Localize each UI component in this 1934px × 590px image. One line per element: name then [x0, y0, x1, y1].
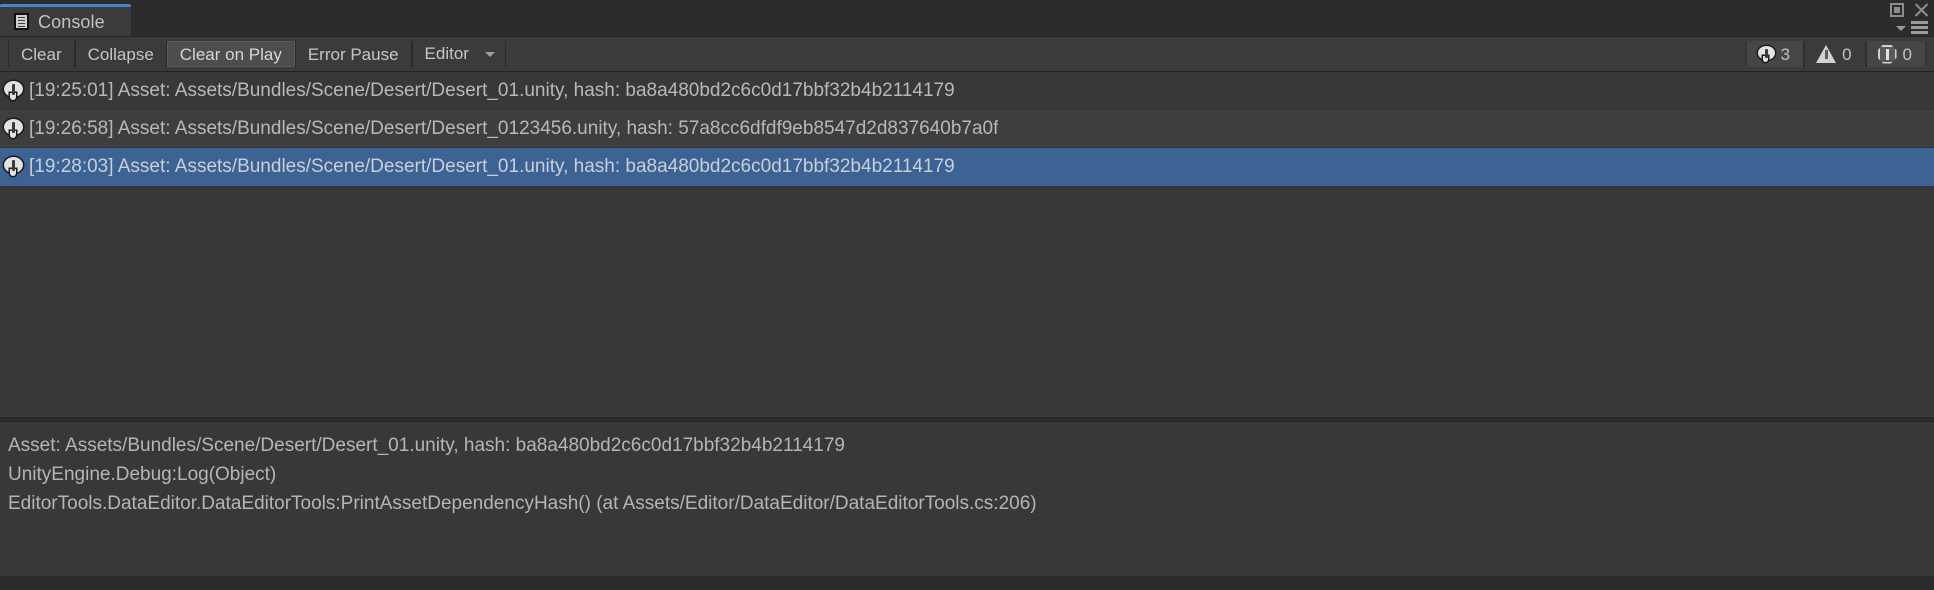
- tab-console[interactable]: Console: [0, 4, 131, 36]
- log-message-icon: [4, 81, 23, 100]
- log-entry-row-selected[interactable]: [19:28:03] Asset: Assets/Bundles/Scene/D…: [0, 148, 1934, 186]
- console-window: Console Clear Collapse Clear on Play Err…: [0, 0, 1934, 590]
- log-entry-row[interactable]: [19:26:58] Asset: Assets/Bundles/Scene/D…: [0, 110, 1934, 148]
- console-document-icon: [14, 13, 29, 30]
- window-tab-bar: Console: [0, 0, 1934, 36]
- close-icon[interactable]: [1914, 3, 1928, 17]
- error-icon: [1877, 44, 1897, 64]
- message-count-badges: 3 0 0: [1745, 41, 1926, 67]
- window-controls-secondary: [1896, 21, 1928, 33]
- detail-stack-line: EditorTools.DataEditor.DataEditorTools:P…: [8, 493, 1037, 514]
- clear-on-play-button[interactable]: Clear on Play: [166, 41, 295, 67]
- log-entry-text: [19:26:58] Asset: Assets/Bundles/Scene/D…: [29, 119, 999, 138]
- editor-dropdown[interactable]: Editor: [411, 41, 506, 67]
- editor-dropdown-label: Editor: [424, 44, 469, 63]
- log-count-value: 3: [1780, 44, 1791, 64]
- log-detail-panel[interactable]: Asset: Assets/Bundles/Scene/Desert/Deser…: [0, 422, 1934, 582]
- detail-stack-line: UnityEngine.Debug:Log(Object): [8, 464, 277, 485]
- window-footer-strip: [0, 576, 1934, 590]
- error-count-value: 0: [1902, 44, 1912, 64]
- detail-message-line: Asset: Assets/Bundles/Scene/Desert/Deser…: [8, 435, 845, 456]
- log-entry-row[interactable]: [19:25:01] Asset: Assets/Bundles/Scene/D…: [0, 72, 1934, 110]
- log-message-icon: [1757, 45, 1775, 63]
- chevron-down-icon[interactable]: [1896, 25, 1906, 31]
- log-count-badge[interactable]: 3: [1745, 41, 1805, 67]
- window-controls: [1890, 3, 1928, 17]
- warning-count-value: 0: [1842, 44, 1852, 64]
- console-toolbar: Clear Collapse Clear on Play Error Pause…: [0, 36, 1934, 72]
- log-message-icon: [4, 119, 23, 138]
- error-pause-button[interactable]: Error Pause: [294, 41, 412, 67]
- warning-count-badge[interactable]: 0: [1804, 41, 1866, 67]
- log-entry-text: [19:25:01] Asset: Assets/Bundles/Scene/D…: [29, 81, 955, 100]
- tab-console-label: Console: [38, 11, 105, 32]
- maximize-icon[interactable]: [1890, 3, 1904, 17]
- chevron-down-icon: [484, 51, 495, 57]
- warning-icon: [1816, 45, 1837, 63]
- error-count-badge[interactable]: 0: [1865, 41, 1926, 67]
- collapse-button[interactable]: Collapse: [74, 41, 167, 67]
- log-entry-text: [19:28:03] Asset: Assets/Bundles/Scene/D…: [29, 157, 955, 176]
- clear-button[interactable]: Clear: [8, 41, 75, 67]
- log-message-icon: [4, 157, 23, 176]
- hamburger-menu-icon[interactable]: [1911, 21, 1928, 33]
- console-log-list[interactable]: [19:25:01] Asset: Assets/Bundles/Scene/D…: [0, 72, 1934, 417]
